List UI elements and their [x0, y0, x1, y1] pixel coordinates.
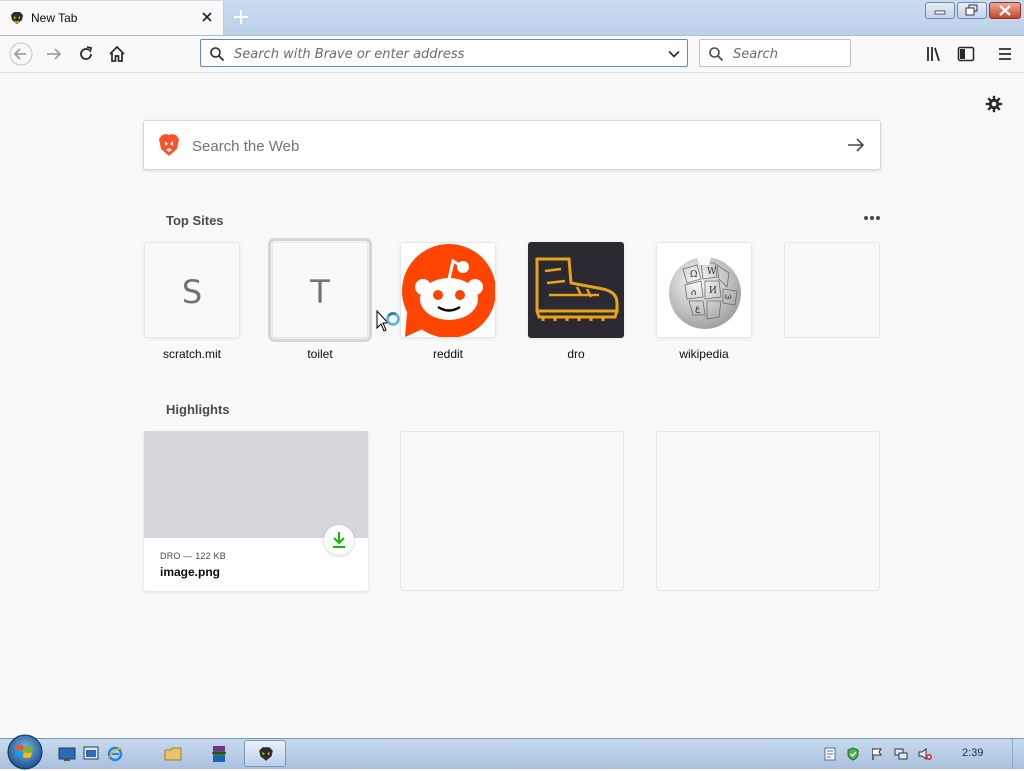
- wikipedia-globe-icon: Ω W ሰ И ω ع: [669, 255, 741, 329]
- site-tile[interactable]: T: [268, 238, 372, 342]
- top-site-empty: [784, 242, 880, 338]
- search-icon: [210, 47, 225, 62]
- highlight-meta: DRO — 122 KB: [160, 551, 226, 561]
- tab-strip: New Tab: [0, 0, 1024, 36]
- security-shield-tray-icon[interactable]: [846, 747, 860, 761]
- site-tile[interactable]: Ω W ሰ И ω ع: [656, 242, 752, 338]
- forward-icon[interactable]: [44, 44, 64, 64]
- top-site-reddit[interactable]: reddit: [400, 242, 496, 361]
- show-desktop-button[interactable]: [1012, 739, 1024, 769]
- download-badge: [324, 525, 354, 555]
- search-bar[interactable]: [699, 39, 851, 67]
- busy-cursor-icon: [376, 310, 400, 332]
- sidebar-icon[interactable]: [956, 44, 976, 64]
- chevron-down-icon[interactable]: [667, 47, 681, 61]
- hamburger-menu-icon[interactable]: [995, 44, 1015, 64]
- show-desktop-icon[interactable]: [58, 745, 76, 763]
- site-label: reddit: [432, 347, 464, 361]
- svg-text:ω: ω: [725, 292, 732, 301]
- site-label: scratch.mit: [162, 347, 221, 361]
- svg-text:И: И: [709, 286, 717, 296]
- back-icon[interactable]: [9, 42, 33, 66]
- reddit-logo-icon: [402, 244, 495, 337]
- site-tile[interactable]: [528, 242, 624, 338]
- taskbar: 2:39: [0, 734, 1024, 770]
- highlight-placeholder: [656, 431, 880, 591]
- web-search-input[interactable]: [190, 133, 814, 159]
- brave-logo-icon: [159, 134, 179, 156]
- top-site-wikipedia[interactable]: Ω W ሰ И ω ع wikipedia: [656, 242, 752, 361]
- taskbar-brave-button[interactable]: [244, 740, 286, 767]
- tab-new-tab[interactable]: New Tab: [0, 1, 224, 35]
- top-site-dro[interactable]: dro: [528, 242, 624, 361]
- volume-muted-icon[interactable]: [918, 747, 932, 761]
- close-icon: [999, 5, 1011, 16]
- arrow-right-icon[interactable]: [846, 136, 866, 154]
- close-tab-icon[interactable]: [200, 10, 214, 24]
- navigation-toolbar: [0, 36, 1024, 73]
- boot-icon: [535, 257, 619, 321]
- top-site-scratch[interactable]: S scratch.mit: [144, 242, 240, 361]
- web-search-box[interactable]: [143, 120, 881, 170]
- reload-icon[interactable]: [76, 44, 96, 64]
- svg-text:ሰ: ሰ: [691, 288, 696, 298]
- minimize-button[interactable]: [925, 2, 955, 19]
- highlight-preview: [144, 431, 368, 538]
- address-bar[interactable]: [200, 39, 688, 67]
- close-window-button[interactable]: [989, 2, 1021, 19]
- search-icon: [709, 47, 724, 62]
- windows-start-icon[interactable]: [6, 733, 44, 771]
- winrar-icon[interactable]: [210, 745, 228, 763]
- file-explorer-icon[interactable]: [164, 745, 182, 763]
- minimize-icon: [934, 10, 946, 15]
- site-letter: S: [181, 273, 203, 311]
- restore-icon: [965, 4, 978, 16]
- highlight-title: image.png: [160, 565, 221, 579]
- new-tab-plus-icon[interactable]: [232, 8, 250, 26]
- top-sites-heading: Top Sites: [166, 213, 224, 228]
- notes-tray-icon[interactable]: [823, 747, 837, 761]
- site-tile[interactable]: [400, 242, 496, 338]
- top-site-toilet[interactable]: T toilet: [268, 238, 372, 361]
- highlight-placeholder: [400, 431, 624, 591]
- home-icon[interactable]: [107, 44, 127, 64]
- svg-text:Ω: Ω: [690, 270, 697, 280]
- search-input[interactable]: [731, 41, 845, 67]
- site-label: wikipedia: [679, 347, 729, 361]
- internet-explorer-icon[interactable]: [106, 745, 124, 763]
- window-switcher-icon[interactable]: [82, 745, 100, 763]
- highlight-card[interactable]: DRO — 122 KB image.png: [144, 431, 368, 591]
- site-label: toilet: [307, 347, 333, 361]
- address-input[interactable]: [232, 41, 656, 67]
- download-icon: [333, 532, 345, 548]
- restore-button[interactable]: [957, 2, 987, 19]
- svg-text:W: W: [707, 267, 717, 277]
- tab-title: New Tab: [31, 11, 78, 25]
- site-label: dro: [567, 347, 585, 361]
- highlights-heading: Highlights: [166, 402, 230, 417]
- site-tile[interactable]: S: [144, 242, 240, 338]
- more-options-icon[interactable]: [862, 211, 882, 225]
- site-letter: T: [310, 273, 330, 311]
- empty-site-tile: [784, 242, 880, 338]
- network-tray-icon[interactable]: [894, 747, 908, 761]
- gear-icon[interactable]: [985, 95, 1003, 113]
- taskbar-clock[interactable]: 2:39: [962, 747, 983, 759]
- svg-text:ع: ع: [695, 304, 701, 314]
- brave-lion-icon: [11, 12, 23, 24]
- action-center-flag-icon[interactable]: [870, 747, 884, 761]
- library-icon[interactable]: [925, 44, 945, 64]
- brave-lion-icon: [259, 747, 273, 761]
